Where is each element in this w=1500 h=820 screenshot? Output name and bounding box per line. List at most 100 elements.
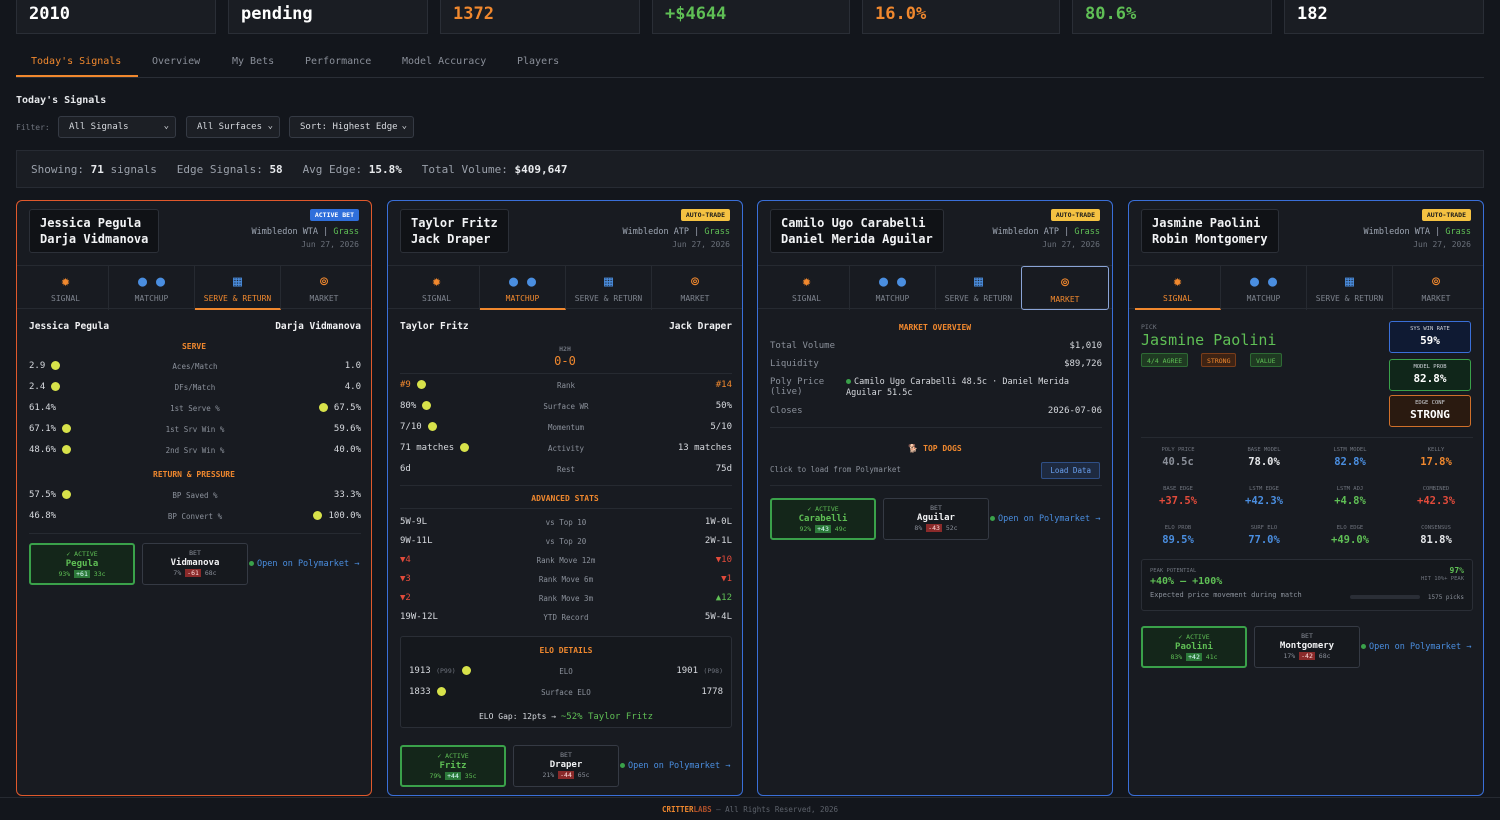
tab-todays-signals[interactable]: Today's Signals	[31, 56, 121, 67]
stat-label: Rank Move 12m	[536, 556, 596, 565]
poly-price-value: Camilo Ugo Carabelli 48.5c · Daniel Meri…	[846, 377, 1086, 399]
open-polymarket-link[interactable]: Open on Polymarket →	[249, 559, 359, 569]
players-header: Taylor Fritz Jack Draper	[400, 321, 732, 332]
signals-filter-select[interactable]: All Signals ⌄	[58, 116, 176, 138]
right-val: ▼1	[721, 574, 732, 584]
tab-my-bets[interactable]: My Bets	[232, 56, 274, 67]
sort-select[interactable]: Sort: Highest Edge ⌄	[289, 116, 414, 138]
right-val: ▼10	[715, 555, 732, 565]
stat-row: 46.8% BP Convert % 100.0%	[29, 511, 361, 527]
match-players: Jessica Pegula Darja Vidmanova	[29, 209, 160, 253]
stat-label: Surface ELO	[541, 688, 591, 697]
card-tab-matchup[interactable]: ● ● MATCHUP	[480, 266, 566, 310]
card-tab-signal[interactable]: ✹ SIGNAL	[23, 266, 109, 310]
card-tab-market[interactable]: ⊚ MARKET	[1393, 266, 1479, 310]
right-val: 100.0%	[328, 511, 361, 521]
card-tab-matchup[interactable]: ● ● MATCHUP	[1221, 266, 1307, 310]
tab-model-accuracy[interactable]: Model Accuracy	[402, 56, 486, 67]
signal-card: Taylor Fritz Jack Draper AUTO-TRADE Wimbl…	[387, 200, 743, 796]
card-tabs: ✹ SIGNAL ● ● MATCHUP ▦ SERVE & RETURN ⊚ MARK…	[758, 265, 1112, 310]
surfaces-filter-select[interactable]: All Surfaces ⌄	[186, 116, 280, 138]
card-tab-serve-return[interactable]: ▦ SERVE & RETURN	[195, 266, 281, 310]
tab-label: MATCHUP	[505, 294, 540, 303]
tab-label: SIGNAL	[51, 294, 80, 303]
signal-card: Jessica Pegula Darja Vidmanova ACTIVE BET…	[16, 200, 372, 796]
metric-label: MODEL PROB	[1413, 364, 1447, 370]
copyright: — All Rights Reserved, 2026	[716, 805, 839, 814]
open-polymarket-link[interactable]: Open on Polymarket →	[990, 514, 1100, 524]
stat-row: 80% Surface WR 50%	[400, 401, 732, 417]
stat-pending: pending	[228, 0, 428, 34]
card-tab-signal[interactable]: ✹ SIGNAL	[394, 266, 480, 310]
bet-button[interactable]: BET Vidmanova 7% -61 68c	[142, 543, 248, 585]
signal-icon: ✹	[60, 272, 71, 290]
divider	[400, 508, 732, 509]
metric-cell: BASE MODEL 78.0%	[1221, 447, 1307, 468]
tab-overview[interactable]: Overview	[152, 56, 200, 67]
price: 33c	[93, 570, 106, 578]
open-polymarket-link[interactable]: Open on Polymarket →	[1361, 642, 1471, 652]
top-dogs-heading: 🐕 TOP DOGS	[758, 444, 1112, 453]
active-bet-button[interactable]: ✓ ACTIVE Paolini 83% +42 41c	[1141, 626, 1247, 668]
bet-button[interactable]: BET Montgomery 17% -42 68c	[1254, 626, 1360, 668]
card-tab-serve-return[interactable]: ▦ SERVE & RETURN	[1307, 266, 1393, 310]
tab-label: MARKET	[309, 294, 339, 303]
card-tab-signal[interactable]: ✹ SIGNAL	[764, 266, 850, 310]
h2h-label: H2H	[559, 345, 571, 353]
stat-row: ▼4 Rank Move 12m ▼10	[400, 555, 732, 571]
court-icon: ▦	[232, 272, 243, 290]
pct: 93%	[58, 570, 71, 578]
metric-value: +42.3%	[1417, 495, 1455, 507]
tab-players[interactable]: Players	[517, 56, 559, 67]
card-tab-serve-return[interactable]: ▦ SERVE & RETURN	[936, 266, 1022, 310]
card-tab-signal[interactable]: ✹ SIGNAL	[1135, 266, 1221, 310]
stat-row: 9W-11L vs Top 20 2W-1L	[400, 536, 732, 552]
card-tab-matchup[interactable]: ● ● MATCHUP	[850, 266, 936, 310]
value: 2026-07-06	[1047, 406, 1102, 416]
value: $1,010	[1069, 341, 1102, 351]
main-tabs: Today's Signals Overview My Bets Perform…	[16, 50, 1484, 78]
stat-row: 1913 (P99) ELO 1901 (P98)	[409, 666, 723, 682]
metric-cell: CONSENSUS 81.8%	[1393, 525, 1479, 546]
stat-label: YTD Record	[543, 613, 589, 622]
stat-label: Rest	[556, 465, 576, 474]
stat-row: 7/10 Momentum 5/10	[400, 422, 732, 438]
footer: CRITTERLABS — All Rights Reserved, 2026	[0, 797, 1500, 820]
signal-card: Camilo Ugo Carabelli Daniel Merida Aguila…	[757, 200, 1113, 796]
metric-label: BASE EDGE	[1163, 486, 1193, 492]
tour: Wimbledon ATP	[622, 227, 690, 237]
brand-critter: CRITTER	[661, 805, 694, 814]
card-tab-matchup[interactable]: ● ● MATCHUP	[109, 266, 195, 310]
active-label: ✓ ACTIVE	[437, 752, 469, 760]
stat-row: 67.1% 1st Srv Win % 59.6%	[29, 424, 361, 440]
peak-progress-bar	[1350, 595, 1420, 599]
bet-button[interactable]: BET Draper 21% -44 65c	[513, 745, 619, 787]
active-bet-button[interactable]: ✓ ACTIVE Fritz 79% +44 35c	[400, 745, 506, 787]
bet-name: Vidmanova	[170, 558, 220, 568]
active-bet-button[interactable]: ✓ ACTIVE Pegula 93% +61 33c	[29, 543, 135, 585]
court-icon: ▦	[973, 272, 984, 290]
tour: Wimbledon WTA	[1363, 227, 1431, 237]
card-tab-market[interactable]: ⊚ MARKET	[281, 266, 367, 310]
market-overview-heading: MARKET OVERVIEW	[898, 323, 972, 332]
bet-button[interactable]: BET Aguilar 8% -43 52c	[883, 498, 989, 540]
card-tab-market[interactable]: ⊚ MARKET	[1021, 266, 1109, 310]
price: 68c	[1318, 652, 1331, 660]
metric-label: SURF ELO	[1250, 525, 1278, 531]
pick-name: Jasmine Paolini	[1141, 331, 1277, 349]
open-polymarket-link[interactable]: Open on Polymarket →	[620, 761, 730, 771]
left-player: Taylor Fritz	[400, 321, 469, 332]
label: Poly Price	[770, 377, 825, 387]
card-tab-market[interactable]: ⊚ MARKET	[652, 266, 738, 310]
surface: Grass	[333, 227, 359, 237]
signals-word: signals	[110, 163, 157, 176]
load-data-button[interactable]: Load Data	[1041, 462, 1100, 479]
avg-edge: 15.8%	[368, 163, 402, 176]
active-bet-button[interactable]: ✓ ACTIVE Carabelli 92% +43 49c	[770, 498, 876, 540]
chg: -43	[926, 524, 942, 532]
metric-label: ELO EDGE	[1336, 525, 1364, 531]
tab-performance[interactable]: Performance	[305, 56, 371, 67]
metric-value: 78.0%	[1248, 456, 1280, 468]
total-volume: $409,647	[514, 163, 568, 176]
card-tab-serve-return[interactable]: ▦ SERVE & RETURN	[566, 266, 652, 310]
